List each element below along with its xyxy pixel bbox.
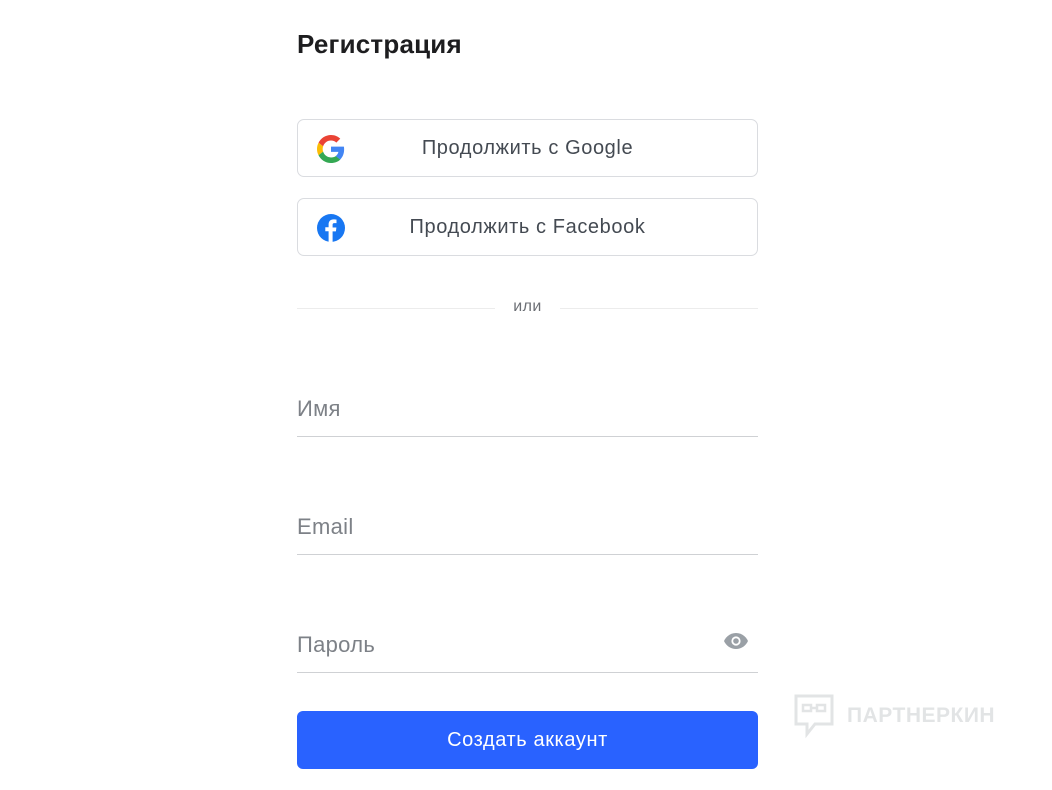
watermark-text: ПАРТНЕРКИН — [847, 704, 996, 727]
facebook-logo-icon — [316, 213, 346, 243]
eye-icon[interactable] — [723, 630, 749, 652]
continue-with-google-button[interactable]: Продолжить с Google — [297, 119, 758, 177]
create-account-button[interactable]: Создать аккаунт — [297, 711, 758, 769]
google-logo-icon — [316, 134, 346, 164]
chat-bubble-icon — [794, 694, 834, 739]
divider-line-right — [560, 308, 758, 309]
name-input[interactable] — [297, 391, 758, 427]
name-field — [297, 377, 758, 437]
email-field — [297, 495, 758, 555]
facebook-button-label: Продолжить с Facebook — [409, 215, 646, 238]
or-divider: или — [297, 298, 758, 318]
watermark: ПАРТНЕРКИН — [793, 692, 995, 740]
page-title: Регистрация — [297, 29, 462, 59]
password-input[interactable] — [297, 627, 758, 663]
continue-with-facebook-button[interactable]: Продолжить с Facebook — [297, 198, 758, 256]
google-button-label: Продолжить с Google — [421, 136, 634, 159]
password-field — [297, 613, 758, 673]
registration-page: Регистрация Продолжить с Google Продолжи… — [0, 0, 1052, 790]
email-input[interactable] — [297, 509, 758, 545]
divider-text: или — [513, 298, 542, 315]
